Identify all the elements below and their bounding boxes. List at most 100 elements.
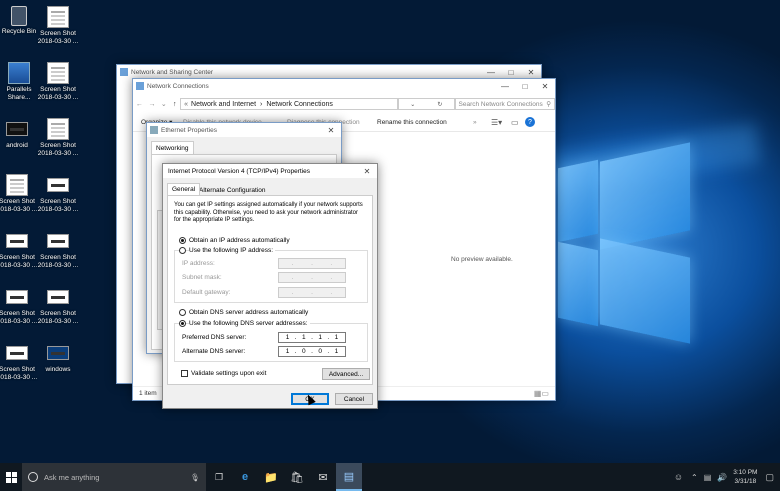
tab-alternate-configuration[interactable]: Alternate Configuration: [196, 185, 269, 195]
screenshot-file-icon: [47, 62, 69, 84]
tab-general[interactable]: General: [167, 183, 201, 195]
default-gateway-field[interactable]: ...: [278, 287, 346, 298]
chevron-down-icon[interactable]: ⌄: [410, 101, 415, 108]
close-button[interactable]: ✕: [321, 123, 341, 137]
help-icon[interactable]: ?: [525, 117, 535, 127]
task-view-button[interactable]: ❐: [206, 463, 232, 491]
network-tray-icon[interactable]: ▤: [704, 473, 712, 482]
time: 3:10 PM: [733, 469, 758, 476]
windows-logo-pane: [558, 159, 598, 243]
close-button[interactable]: ✕: [357, 164, 377, 178]
file-explorer-button[interactable]: 📁: [258, 463, 284, 491]
people-icon[interactable]: ☺: [674, 472, 683, 482]
desktop-icon-screenshot[interactable]: Screen Shot 2018-03-30 ...: [0, 286, 40, 326]
search-input[interactable]: Ask me anything: [44, 473, 190, 482]
ip-address-field[interactable]: ...: [278, 258, 346, 269]
octet: 1: [285, 334, 290, 341]
microphone-icon[interactable]: 🎙: [190, 473, 200, 482]
chevron-up-icon[interactable]: ⌃: [691, 473, 698, 482]
preferred-dns-label: Preferred DNS server:: [182, 334, 247, 341]
obtain-ip-label: Obtain an IP address automatically: [189, 237, 290, 244]
screenshot-file-icon: [6, 234, 28, 248]
mail-button[interactable]: ✉: [310, 463, 336, 491]
desktop-icon-screenshot[interactable]: Screen Shot 2018-03-30 ...: [35, 230, 81, 270]
windows-logo-pane: [600, 142, 690, 250]
start-button[interactable]: [0, 463, 22, 491]
close-button[interactable]: ✕: [535, 79, 555, 93]
breadcrumb-item[interactable]: Network and Internet: [191, 101, 256, 108]
chevron-right-icon: ›: [260, 100, 263, 108]
cortana-search-box[interactable]: Ask me anything 🎙: [22, 463, 206, 491]
title-bar[interactable]: Internet Protocol Version 4 (TCP/IPv4) P…: [163, 164, 377, 178]
forward-arrow-icon[interactable]: →: [146, 101, 159, 108]
preview-pane-icon[interactable]: ▭: [511, 118, 525, 127]
obtain-ip-radio[interactable]: [179, 237, 186, 244]
use-ip-radio[interactable]: [179, 247, 186, 254]
subnet-mask-field[interactable]: ...: [278, 272, 346, 283]
android-file-icon: [6, 122, 28, 136]
back-arrow-icon[interactable]: ←: [133, 101, 146, 108]
breadcrumb[interactable]: « Network and Internet › Network Connect…: [180, 98, 399, 110]
breadcrumb-item[interactable]: Network Connections: [266, 101, 333, 108]
desktop-icon-screenshot[interactable]: Screen Shot 2018-03-30 ...: [35, 6, 81, 46]
subnet-mask-label: Subnet mask:: [182, 274, 222, 281]
clock[interactable]: 3:10 PM 3/31/18: [733, 468, 757, 486]
screenshot-file-icon: [6, 174, 28, 196]
use-ip-label: Use the following IP address:: [189, 247, 276, 254]
mail-icon: ✉: [318, 471, 328, 484]
view-toggle-icon[interactable]: ▦▭: [534, 389, 549, 398]
title-bar[interactable]: Network and Sharing Center — □ ✕: [117, 65, 541, 79]
edge-button[interactable]: e: [232, 463, 258, 491]
desktop-icon-screenshot[interactable]: Screen Shot 2018-03-30 ...: [35, 286, 81, 326]
desktop-icon-screenshot[interactable]: Screen Shot 2018-03-30 ...: [35, 118, 81, 158]
close-button[interactable]: ✕: [521, 65, 541, 79]
screenshot-file-icon: [6, 346, 28, 360]
tab-networking[interactable]: Networking: [151, 141, 194, 154]
network-connections-taskbar-button[interactable]: ▤: [336, 463, 362, 491]
search-input[interactable]: Search Network Connections: [459, 101, 543, 108]
search-box[interactable]: Search Network Connections ⚲: [454, 98, 555, 110]
cancel-button[interactable]: Cancel: [335, 393, 373, 405]
up-arrow-icon[interactable]: ↑: [169, 101, 180, 108]
action-center-icon[interactable]: ▢: [765, 472, 774, 483]
title-bar[interactable]: Network Connections — □ ✕: [133, 79, 555, 93]
obtain-dns-radio[interactable]: [179, 309, 186, 316]
ipv4-properties-dialog[interactable]: Internet Protocol Version 4 (TCP/IPv4) P…: [162, 163, 378, 409]
desktop-icon-screenshot[interactable]: Screen Shot 2018-03-30 ...: [0, 174, 40, 214]
maximize-button[interactable]: □: [515, 79, 535, 93]
desktop-icon-screenshot[interactable]: Screen Shot 2018-03-30 ...: [35, 62, 81, 102]
date: 3/31/18: [734, 478, 757, 485]
volume-icon[interactable]: 🔊: [717, 473, 727, 482]
network-icon: «: [184, 100, 189, 108]
screenshot-file-icon: [47, 290, 69, 304]
use-dns-label: Use the following DNS server addresses:: [189, 320, 310, 327]
tab-label: Alternate Configuration: [199, 186, 266, 194]
tab-label: Networking: [156, 144, 189, 152]
validate-checkbox[interactable]: [181, 370, 188, 377]
minimize-button[interactable]: —: [481, 65, 501, 79]
screenshot-file-icon: [47, 6, 69, 28]
desktop-icon-android[interactable]: android: [0, 118, 40, 150]
advanced-button[interactable]: Advanced...: [322, 368, 370, 380]
desktop-icon-screenshot[interactable]: Screen Shot 2018-03-30 ...: [35, 174, 81, 214]
store-button[interactable]: 🛍: [284, 463, 310, 491]
windows-start-icon: [5, 471, 17, 483]
title-bar[interactable]: Ethernet Properties ✕: [147, 123, 341, 137]
minimize-button[interactable]: —: [495, 79, 515, 93]
maximize-button[interactable]: □: [501, 65, 521, 79]
ethernet-icon: [150, 126, 158, 134]
rename-button[interactable]: Rename this connection: [377, 119, 473, 126]
overflow-icon[interactable]: »: [473, 119, 491, 126]
refresh-icon[interactable]: ↻: [437, 101, 442, 108]
alternate-dns-field[interactable]: 1. 0. 0. 1: [278, 346, 346, 357]
use-dns-radio[interactable]: [179, 320, 186, 327]
desktop-icon-screenshot[interactable]: Screen Shot 2018-03-30 ...: [0, 342, 40, 382]
chevron-down-icon[interactable]: ⌄: [158, 100, 169, 108]
desktop-icon-screenshot[interactable]: Screen Shot 2018-03-30 ...: [0, 230, 40, 270]
view-options-icon[interactable]: ☰▾: [491, 118, 511, 127]
address-controls: ⌄ ↻: [398, 98, 455, 110]
description-text: You can get IP settings assigned automat…: [174, 202, 363, 223]
preferred-dns-field[interactable]: 1. 1. 1. 1: [278, 332, 346, 343]
desktop-icon-windows[interactable]: windows: [35, 342, 81, 374]
octet: 0: [302, 348, 306, 355]
